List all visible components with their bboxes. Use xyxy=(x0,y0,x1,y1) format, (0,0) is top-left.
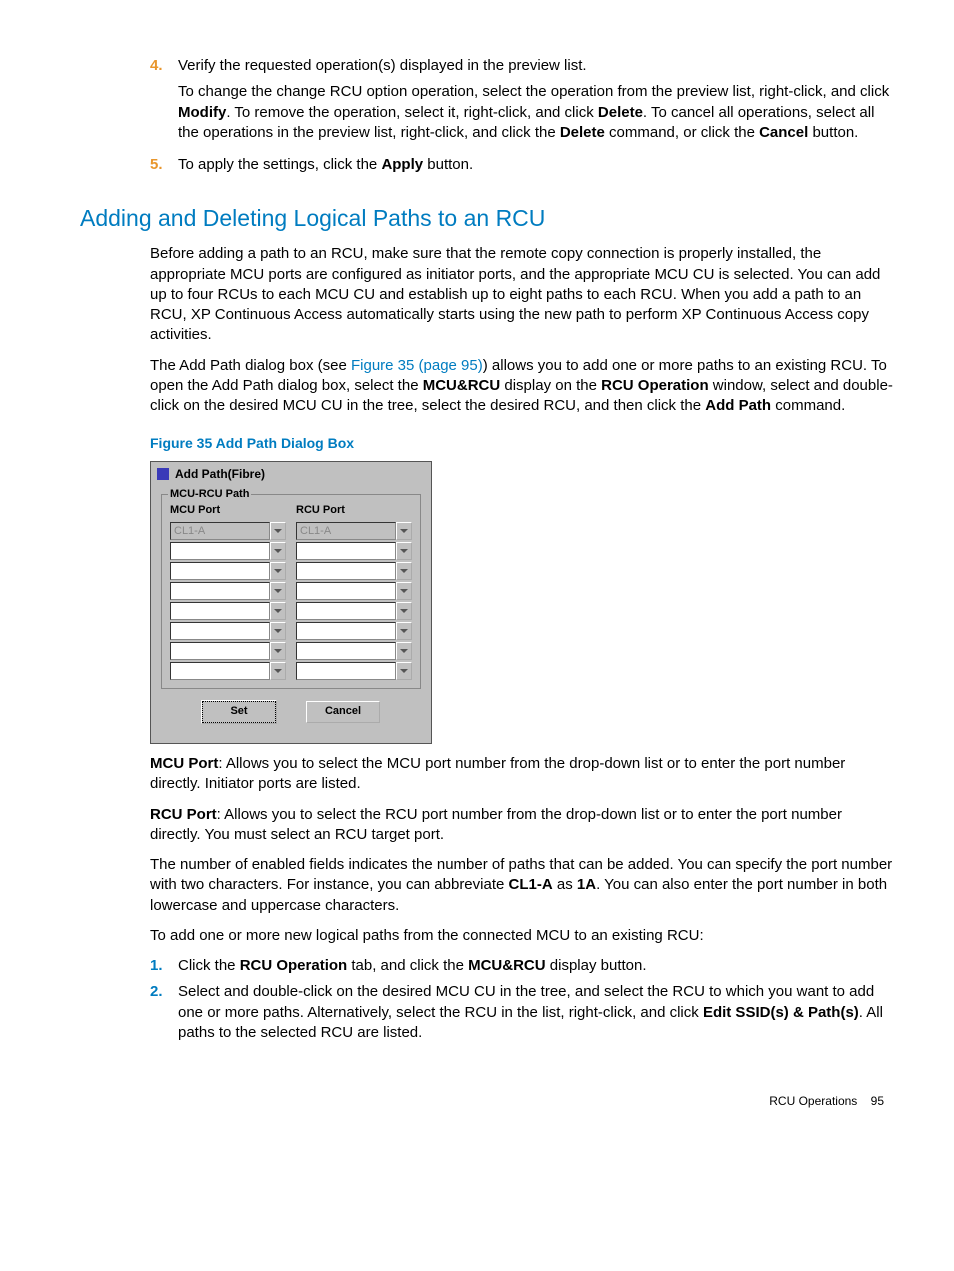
page-footer: RCU Operations 95 xyxy=(80,1093,894,1109)
chevron-down-icon[interactable] xyxy=(396,642,412,660)
mcu-port-input[interactable] xyxy=(170,582,270,600)
mcu-port-input[interactable] xyxy=(170,542,270,560)
chevron-down-icon[interactable] xyxy=(270,642,286,660)
mcu-port-input[interactable] xyxy=(170,662,270,680)
figure-caption: Figure 35 Add Path Dialog Box xyxy=(150,434,894,453)
footer-section: RCU Operations xyxy=(769,1094,857,1108)
chevron-down-icon[interactable] xyxy=(270,662,286,680)
section-heading: Adding and Deleting Logical Paths to an … xyxy=(80,203,894,234)
port-row xyxy=(170,602,412,620)
step-text: To apply the settings, click the Apply b… xyxy=(178,155,894,175)
step-body: Verify the requested operation(s) displa… xyxy=(178,56,894,149)
mcu-port-definition: MCU Port: Allows you to select the MCU p… xyxy=(150,754,894,795)
text: The Add Path dialog box (see xyxy=(150,357,351,374)
intro-paragraph-1: Before adding a path to an RCU, make sur… xyxy=(150,244,894,345)
step-item: 2.Select and double-click on the desired… xyxy=(150,982,894,1043)
rcu-port-input: CL1-A xyxy=(296,522,396,540)
chevron-down-icon[interactable] xyxy=(396,582,412,600)
step-item: 4.Verify the requested operation(s) disp… xyxy=(150,56,894,149)
rcu-port-cell xyxy=(296,562,412,580)
step-text: Verify the requested operation(s) displa… xyxy=(178,56,894,76)
port-row xyxy=(170,542,412,560)
rcu-port-cell xyxy=(296,662,412,680)
set-button[interactable]: Set xyxy=(202,701,276,723)
intro-paragraph-2: The Add Path dialog box (see Figure 35 (… xyxy=(150,356,894,417)
rcu-port-cell xyxy=(296,602,412,620)
footer-page-number: 95 xyxy=(871,1094,884,1108)
step-number: 5. xyxy=(150,155,178,181)
mcu-rcu-path-group: MCU-RCU Path MCU Port RCU Port CL1-ACL1-… xyxy=(161,494,421,689)
rcu-port-cell: CL1-A xyxy=(296,522,412,540)
step-number: 1. xyxy=(150,956,178,976)
mcu-port-cell: CL1-A xyxy=(170,522,286,540)
paragraph-port-format: The number of enabled fields indicates t… xyxy=(150,855,894,916)
window-icon xyxy=(157,468,169,480)
port-row xyxy=(170,642,412,660)
figure-link[interactable]: Figure 35 (page 95) xyxy=(351,357,483,374)
port-row xyxy=(170,622,412,640)
step-number: 2. xyxy=(150,982,178,1043)
rcu-port-input[interactable] xyxy=(296,582,396,600)
rcu-port-header: RCU Port xyxy=(296,503,412,518)
rcu-port-input[interactable] xyxy=(296,602,396,620)
port-row xyxy=(170,582,412,600)
chevron-down-icon xyxy=(396,522,412,540)
chevron-down-icon[interactable] xyxy=(270,562,286,580)
add-path-dialog: Add Path(Fibre) MCU-RCU Path MCU Port RC… xyxy=(150,461,432,744)
port-row xyxy=(170,662,412,680)
rcu-port-cell xyxy=(296,622,412,640)
rcu-port-input[interactable] xyxy=(296,662,396,680)
dialog-titlebar: Add Path(Fibre) xyxy=(151,462,431,486)
chevron-down-icon[interactable] xyxy=(396,602,412,620)
step-body: To apply the settings, click the Apply b… xyxy=(178,155,894,181)
mcu-port-cell xyxy=(170,562,286,580)
rcu-port-input[interactable] xyxy=(296,542,396,560)
rcu-port-definition: RCU Port: Allows you to select the RCU p… xyxy=(150,805,894,846)
step-text: Click the RCU Operation tab, and click t… xyxy=(178,956,894,976)
step-text: Select and double-click on the desired M… xyxy=(178,982,894,1043)
step-item: 1.Click the RCU Operation tab, and click… xyxy=(150,956,894,976)
chevron-down-icon[interactable] xyxy=(270,602,286,620)
group-legend: MCU-RCU Path xyxy=(168,487,251,502)
mcu-port-cell xyxy=(170,642,286,660)
chevron-down-icon[interactable] xyxy=(270,542,286,560)
mcu-port-header: MCU Port xyxy=(170,503,286,518)
mcu-port-input[interactable] xyxy=(170,642,270,660)
chevron-down-icon[interactable] xyxy=(270,622,286,640)
chevron-down-icon[interactable] xyxy=(396,542,412,560)
mcu-port-cell xyxy=(170,602,286,620)
rcu-port-cell xyxy=(296,642,412,660)
chevron-down-icon xyxy=(270,522,286,540)
chevron-down-icon[interactable] xyxy=(396,562,412,580)
chevron-down-icon[interactable] xyxy=(270,582,286,600)
cancel-button[interactable]: Cancel xyxy=(306,701,380,723)
mcu-port-input[interactable] xyxy=(170,562,270,580)
step-number: 4. xyxy=(150,56,178,149)
step-text: To change the change RCU option operatio… xyxy=(178,82,894,143)
mcu-port-input[interactable] xyxy=(170,622,270,640)
chevron-down-icon[interactable] xyxy=(396,662,412,680)
rcu-port-input[interactable] xyxy=(296,622,396,640)
step-item: 5.To apply the settings, click the Apply… xyxy=(150,155,894,181)
mcu-port-cell xyxy=(170,542,286,560)
port-row: CL1-A CL1-A xyxy=(170,522,412,540)
mcu-port-cell xyxy=(170,582,286,600)
rcu-port-cell xyxy=(296,582,412,600)
mcu-port-cell xyxy=(170,662,286,680)
mcu-port-input: CL1-A xyxy=(170,522,270,540)
paragraph-to-add: To add one or more new logical paths fro… xyxy=(150,926,894,946)
port-row xyxy=(170,562,412,580)
dialog-title-text: Add Path(Fibre) xyxy=(175,466,265,482)
rcu-port-input[interactable] xyxy=(296,562,396,580)
chevron-down-icon[interactable] xyxy=(396,622,412,640)
rcu-port-cell xyxy=(296,542,412,560)
rcu-port-input[interactable] xyxy=(296,642,396,660)
mcu-port-input[interactable] xyxy=(170,602,270,620)
mcu-port-cell xyxy=(170,622,286,640)
